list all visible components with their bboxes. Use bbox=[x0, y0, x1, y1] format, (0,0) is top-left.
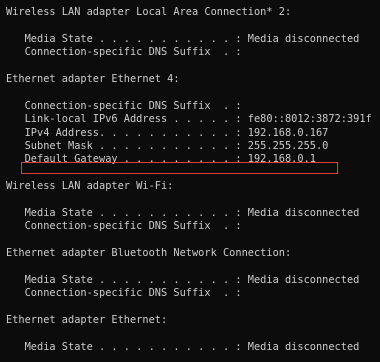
media-state-line: Media State . . . . . . . . . . . : Medi… bbox=[6, 206, 360, 219]
adapter-header-local-area-connection: Wireless LAN adapter Local Area Connecti… bbox=[6, 6, 292, 18]
media-state-line: Media State . . . . . . . . . . . : Medi… bbox=[6, 273, 360, 286]
adapter-header-ethernet-4: Ethernet adapter Ethernet 4: bbox=[6, 72, 180, 85]
adapter-header-wifi: Wireless LAN adapter Wi-Fi: bbox=[6, 180, 174, 193]
dns-suffix-line: Connection-specific DNS Suffix . : bbox=[6, 46, 242, 59]
terminal-output[interactable]: Wireless LAN adapter Local Area Connecti… bbox=[0, 0, 380, 362]
adapter-header-ethernet: Ethernet adapter Ethernet: bbox=[6, 313, 168, 326]
dns-suffix-line: Connection-specific DNS Suffix . : bbox=[6, 287, 242, 300]
default-gateway-line: Default Gateway . . . . . . . . . : 192.… bbox=[6, 153, 316, 166]
ipv6-address-line: Link-local IPv6 Address . . . . . : fe80… bbox=[6, 113, 372, 126]
dns-suffix-line: Connection-specific DNS Suffix . : bbox=[6, 220, 242, 233]
media-state-line: Media State . . . . . . . . . . . : Medi… bbox=[6, 340, 360, 353]
adapter-header-bluetooth: Ethernet adapter Bluetooth Network Conne… bbox=[6, 247, 292, 260]
subnet-mask-line: Subnet Mask . . . . . . . . . . . : 255.… bbox=[6, 139, 329, 152]
dns-suffix-line: Connection-specific DNS Suffix . : bbox=[6, 99, 242, 112]
ipv4-address-line: IPv4 Address. . . . . . . . . . . : 192.… bbox=[6, 126, 329, 139]
media-state-line: Media State . . . . . . . . . . . : Medi… bbox=[6, 32, 360, 45]
